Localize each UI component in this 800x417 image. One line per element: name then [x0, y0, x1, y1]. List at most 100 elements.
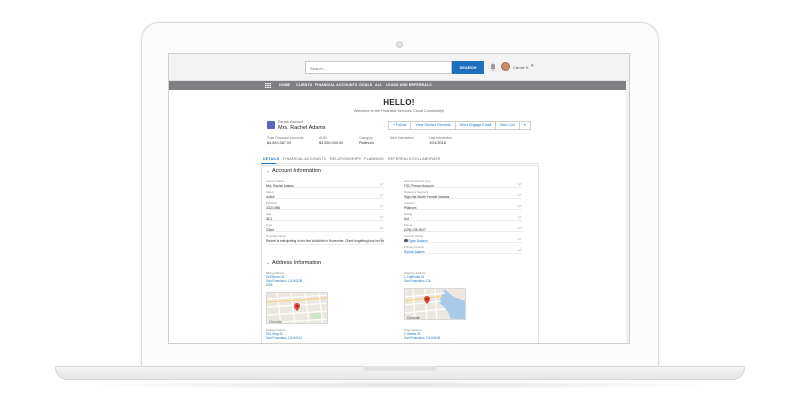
- field-value: Client: [266, 227, 275, 232]
- field-account-name: Account Name Mrs. Rachel Adams: [266, 179, 384, 188]
- top-bar: Search... SEARCH Carole K ▾: [169, 54, 629, 81]
- field-label: Category: [404, 201, 416, 205]
- page-title: HELLO!: [383, 98, 415, 107]
- field-label: Birthdate: [266, 201, 278, 205]
- camera-icon: [396, 41, 403, 48]
- section-title-address-information[interactable]: Address Information: [272, 260, 321, 266]
- chevron-down-icon[interactable]: ⌄: [266, 260, 269, 265]
- field-value: High Net Worth Female Investor: [404, 194, 450, 199]
- stat-label: Total Financial Accounts: [267, 136, 304, 140]
- nav-home[interactable]: HOME: [279, 83, 290, 87]
- field-age: Age 38.1: [266, 212, 384, 221]
- owner-avatar: [404, 238, 408, 243]
- map-brand: Google: [269, 319, 283, 324]
- field-account-record-type: Account Record Type FSC Person Account: [404, 179, 522, 188]
- stat-next-interaction: Next Interaction: [390, 136, 414, 141]
- field-marketing-segment: Marketing Segment High Net Worth Female …: [404, 190, 522, 199]
- map-brand: Google: [407, 315, 421, 320]
- field-birthdate: Birthdate 3/12/1980: [266, 201, 384, 210]
- account-name: Mrs. Rachel Adams: [278, 125, 326, 131]
- tab-relationships[interactable]: RELATIONSHIPS: [330, 157, 361, 161]
- details-panel: ⌄ Account Information Account Name Mrs. …: [261, 165, 539, 343]
- account-type: Person Account: [278, 120, 304, 124]
- address-line[interactable]: San Francisco, CA 94105: [404, 336, 522, 340]
- field-label: Account Record Type: [404, 179, 431, 183]
- nav-clients[interactable]: CLIENTS: [296, 83, 312, 87]
- billing-map[interactable]: Google: [266, 292, 328, 324]
- shipping-map[interactable]: Google: [404, 288, 466, 320]
- field-category: Category Platinum: [404, 201, 522, 210]
- search-button[interactable]: SEARCH: [452, 61, 484, 74]
- nav-goals[interactable]: GOALS: [359, 83, 372, 87]
- item-button[interactable]: Item Coo: [495, 121, 520, 130]
- section-title-account-information[interactable]: Account Information: [272, 168, 321, 174]
- account-stats: Total Financial Accounts $4,849,387.00 A…: [267, 136, 527, 148]
- field-value: 38.1: [266, 216, 273, 221]
- field-value: (925) 236-9007: [404, 227, 426, 232]
- view-service-records-button[interactable]: View Service Records: [410, 121, 456, 130]
- field-value: Rachel is anticipating in her first chil…: [266, 238, 384, 243]
- person-account-icon: [267, 121, 275, 129]
- field-account-owner: Account Owner Ryan Dobson: [404, 234, 522, 243]
- stat-label: Next Interaction: [390, 136, 414, 140]
- owner-name[interactable]: Ryan Dobson: [409, 239, 428, 243]
- stat-value: $3,550,000.00: [319, 141, 344, 145]
- stat-category: Category Platinum: [359, 136, 374, 145]
- field-label: Rating: [404, 212, 413, 216]
- bell-icon[interactable]: [490, 63, 496, 71]
- field-label: Account Name: [266, 179, 285, 183]
- main-nav: HOME CLIENTS FINANCIAL ACCOUNTS GOALS AL…: [169, 81, 629, 90]
- stat-aum: AUM $3,550,000.00: [319, 136, 343, 145]
- nav-all[interactable]: ALL: [375, 83, 382, 87]
- field-label: Phone: [404, 223, 413, 227]
- tab-referrals[interactable]: REFERRALS: [388, 157, 411, 161]
- field-label: Age: [266, 212, 271, 216]
- nav-leads-and-referrals[interactable]: LEADS AND REFERRALS: [386, 83, 432, 87]
- field-value[interactable]: Rachel Adams: [404, 250, 522, 254]
- field-label: Marketing Segment: [404, 190, 429, 194]
- address-line[interactable]: San Francisco, CA 94110: [266, 336, 384, 340]
- field-value: Hot: [404, 216, 409, 221]
- user-avatar[interactable]: [501, 62, 510, 71]
- stat-value: Platinum: [359, 141, 374, 145]
- stat-label: AUM: [319, 136, 327, 140]
- field-value: 3/12/1980: [266, 205, 281, 210]
- chevron-down-icon[interactable]: ▾: [531, 63, 534, 69]
- field-value: FSC Person Account: [404, 183, 434, 188]
- search-input[interactable]: Search...: [305, 61, 452, 74]
- shipping-address: Shipping Address 1 California St San Fra…: [404, 271, 522, 283]
- follow-button[interactable]: + Follow: [388, 121, 412, 130]
- field-label: Type: [266, 223, 273, 227]
- other-address: Other Address 1 Harbor St San Francisco,…: [404, 328, 522, 340]
- stat-total-financial-accounts: Total Financial Accounts $4,849,387.00: [267, 136, 303, 145]
- record-tabs: DETAILS FINANCIAL ACCOUNTS RELATIONSHIPS…: [261, 156, 539, 164]
- send-engage-email-button[interactable]: Send Engage Email: [454, 121, 497, 130]
- address-line[interactable]: San Francisco, CA: [404, 279, 522, 283]
- more-actions-button[interactable]: ▾: [518, 121, 531, 130]
- field-status: Status Active: [266, 190, 384, 199]
- field-label: Account Owner: [404, 234, 424, 238]
- field-value: Platinum: [404, 205, 417, 210]
- tab-collaborate[interactable]: COLLABORATE: [412, 157, 441, 161]
- user-name[interactable]: Carole K: [513, 65, 529, 70]
- welcome-text: Welcome to the Financial Services Cloud …: [353, 109, 445, 113]
- stat-label: Category: [359, 136, 373, 140]
- app-launcher-icon[interactable]: [265, 83, 271, 88]
- field-value: Mrs. Rachel Adams: [266, 183, 294, 188]
- field-rating: Rating Hot: [404, 212, 522, 221]
- app-screen: Search... SEARCH Carole K ▾ HOME CLIENTS…: [168, 53, 630, 344]
- tab-planning[interactable]: PLANNING: [364, 157, 384, 161]
- nav-financial-accounts[interactable]: FINANCIAL ACCOUNTS: [315, 83, 357, 87]
- field-value[interactable]: Ryan Dobson: [404, 239, 522, 243]
- tab-financial-accounts[interactable]: FINANCIAL ACCOUNTS: [283, 157, 326, 161]
- address-line[interactable]: USA: [266, 283, 384, 287]
- field-type: Type Client: [266, 223, 384, 232]
- stat-value: 1/24/2018: [429, 141, 446, 145]
- field-value: Active: [266, 194, 275, 199]
- page-scrollbar[interactable]: [626, 81, 629, 343]
- field-phone: Phone (925) 236-9007: [404, 223, 522, 232]
- tab-details[interactable]: DETAILS: [263, 157, 280, 161]
- stat-label: Last Interaction: [429, 136, 453, 140]
- field-label: Status: [266, 190, 274, 194]
- chevron-down-icon[interactable]: ⌄: [266, 168, 269, 173]
